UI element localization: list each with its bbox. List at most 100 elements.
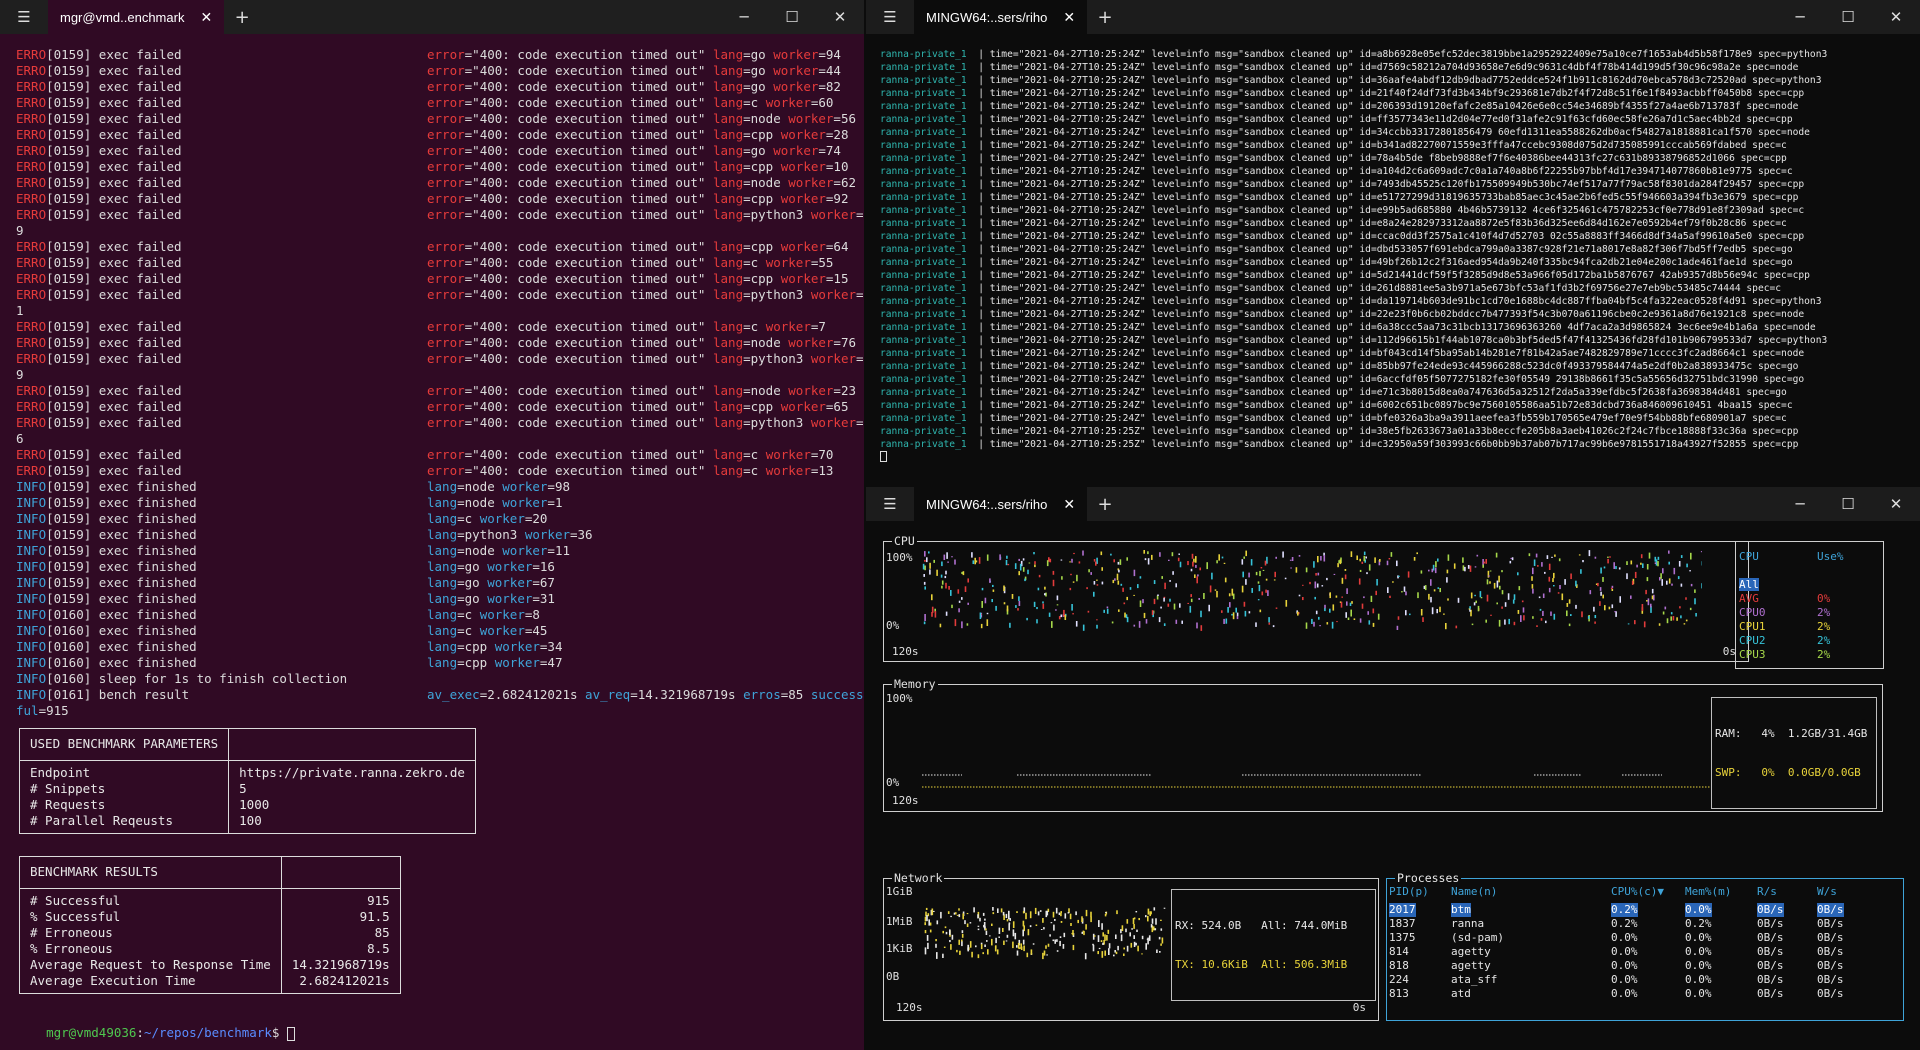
graph-mark (1521, 600, 1524, 603)
terminal-window-btm[interactable]: ☰ MINGW64:..sers/riho ✕ + ─ ☐ ✕ CPU 100%… (866, 487, 1920, 1050)
column-header[interactable]: Mem%(m) (1685, 885, 1731, 899)
tab-benchmark[interactable]: mgr@vmd..enchmark ✕ (48, 0, 225, 34)
shell-prompt[interactable]: mgr@vmd49036:~/repos/benchmark$ (16, 1009, 295, 1041)
minimize-icon[interactable]: ─ (720, 0, 768, 34)
log-text: time="2021-04-27T10:25:24Z" level=info m… (989, 400, 1793, 411)
terminal-window-benchmark[interactable]: ☰ mgr@vmd..enchmark ✕ + ─ ☐ ✕ ERRO[0159]… (0, 0, 864, 1050)
table-value: 915 (280, 888, 401, 909)
close-icon[interactable]: ✕ (1063, 9, 1075, 26)
maximize-icon[interactable]: ☐ (1824, 487, 1872, 521)
plus-icon[interactable]: + (224, 7, 260, 28)
graph-mark (1291, 557, 1294, 561)
graph-mark (1600, 591, 1602, 596)
graph-mark (1550, 611, 1552, 616)
process-row[interactable]: 814 agetty 0.0% 0.0% 0B/s 0B/s (1389, 945, 1899, 959)
graph-mark (1319, 625, 1321, 627)
graph-mark (1044, 593, 1046, 596)
column-header[interactable]: Name(n) (1451, 885, 1497, 899)
log-message: ERRO[0159] exec failed (16, 127, 427, 143)
process-row[interactable]: 1375 (sd-pam) 0.0% 0.0% 0B/s 0B/s (1389, 931, 1899, 945)
close-icon[interactable]: ✕ (816, 0, 864, 34)
graph-mark (950, 944, 952, 950)
close-icon[interactable]: ✕ (1872, 0, 1920, 34)
graph-mark (1034, 907, 1037, 914)
column-header[interactable]: PID(p) (1389, 885, 1429, 899)
log-level: INFO (16, 687, 47, 702)
graph-mark (1063, 932, 1066, 938)
cpu-legend-item[interactable]: CPU1 2% (1739, 620, 1879, 634)
graph-mark (1389, 595, 1391, 598)
log-timestamp: [0159] (46, 319, 92, 334)
graph-mark (1206, 562, 1208, 570)
terminal-window-logs[interactable]: ☰ MINGW64:..sers/riho ✕ + ─ ☐ ✕ ranna-pr… (866, 0, 1920, 484)
column-header[interactable]: R/s (1757, 885, 1777, 899)
graph-mark (1255, 622, 1257, 627)
log-value: =94 (818, 47, 841, 62)
terminal-output[interactable]: ERRO[0159] exec failed error ="400: code e… (16, 47, 864, 719)
graph-mark (1075, 621, 1078, 627)
log-key: error (427, 399, 465, 414)
graph-mark (1320, 556, 1322, 561)
log-value: =node (743, 383, 789, 398)
hamburger-icon[interactable]: ☰ (866, 487, 914, 521)
process-row[interactable]: 818 agetty 0.0% 0.0% 0B/s 0B/s (1389, 959, 1899, 973)
graph-mark (1455, 625, 1458, 629)
graph-mark (1356, 555, 1358, 560)
log-key: worker (502, 543, 548, 558)
column-header[interactable]: CPU%(c)▼ (1611, 885, 1664, 899)
graph-mark (1351, 601, 1353, 604)
tab-mingw-logs[interactable]: MINGW64:..sers/riho ✕ (914, 0, 1088, 34)
graph-mark (981, 601, 983, 608)
log-message: ERRO[0159] exec failed (16, 351, 427, 367)
graph-mark (1358, 578, 1361, 585)
graph-mark (998, 927, 1001, 934)
column-header[interactable]: W/s (1817, 885, 1837, 899)
maximize-icon[interactable]: ☐ (1824, 0, 1872, 34)
hamburger-icon[interactable]: ☰ (0, 0, 48, 34)
close-icon[interactable]: ✕ (200, 9, 212, 26)
log-message: INFO[0160] exec finished (16, 623, 427, 639)
log-timestamp: [0159] (46, 527, 92, 542)
graph-mark (928, 919, 930, 926)
process-row[interactable]: 1837 ranna 0.2% 0.2% 0B/s 0B/s (1389, 917, 1899, 931)
graph-mark (933, 910, 935, 912)
graph-mark (1154, 928, 1157, 931)
process-row[interactable]: 2017 btm 0.2% 0.0% 0B/s 0B/s (1389, 903, 1899, 917)
process-cell: 0B/s (1817, 903, 1844, 917)
graph-mark (1133, 924, 1135, 929)
graph-mark (1544, 571, 1546, 574)
hamburger-icon[interactable]: ☰ (866, 0, 914, 34)
log-key: worker (773, 63, 819, 78)
close-icon[interactable]: ✕ (1063, 496, 1075, 513)
table-key: # Snippets (18, 781, 230, 797)
minimize-icon[interactable]: ─ (1776, 0, 1824, 34)
process-row[interactable]: 224 ata_sff 0.0% 0.0% 0B/s 0B/s (1389, 973, 1899, 987)
processes-panel[interactable]: Processes PID(p) Name(n) CPU%(c)▼ Mem%(m) R/… (1386, 871, 1904, 1021)
graph-mark (1607, 558, 1609, 564)
log-key: worker (780, 159, 826, 174)
cpu-legend-item[interactable]: AVG 0% (1739, 592, 1879, 606)
graph-mark (1557, 592, 1560, 594)
minimize-icon[interactable]: ─ (1776, 487, 1824, 521)
log-output[interactable]: ranna-private_1 | time="2021-04-27T10:25… (880, 48, 1827, 464)
cpu-legend-item[interactable]: All (1739, 578, 1879, 592)
graph-mark (1474, 594, 1476, 597)
log-value: =7 (810, 319, 826, 334)
log-value: ="400: code execution timed out" (464, 271, 713, 286)
plus-icon[interactable]: + (1087, 7, 1123, 28)
cpu-legend-item[interactable]: CPU0 2% (1739, 606, 1879, 620)
graph-mark (992, 589, 995, 592)
cpu-legend-item[interactable]: CPU3 2% (1739, 648, 1879, 662)
graph-mark (1093, 935, 1096, 937)
graph-mark (1106, 935, 1108, 941)
graph-mark (1138, 621, 1141, 628)
log-level: INFO (16, 479, 47, 494)
close-icon[interactable]: ✕ (1872, 487, 1920, 521)
plus-icon[interactable]: + (1087, 494, 1123, 515)
maximize-icon[interactable]: ☐ (768, 0, 816, 34)
process-row[interactable]: 813 atd 0.0% 0.0% 0B/s 0B/s (1389, 987, 1899, 1001)
cpu-legend-item[interactable]: CPU2 2% (1739, 634, 1879, 648)
process-cell: 0.2% (1685, 917, 1712, 930)
tab-mingw-btm[interactable]: MINGW64:..sers/riho ✕ (914, 487, 1088, 521)
graph-mark (1313, 561, 1315, 568)
